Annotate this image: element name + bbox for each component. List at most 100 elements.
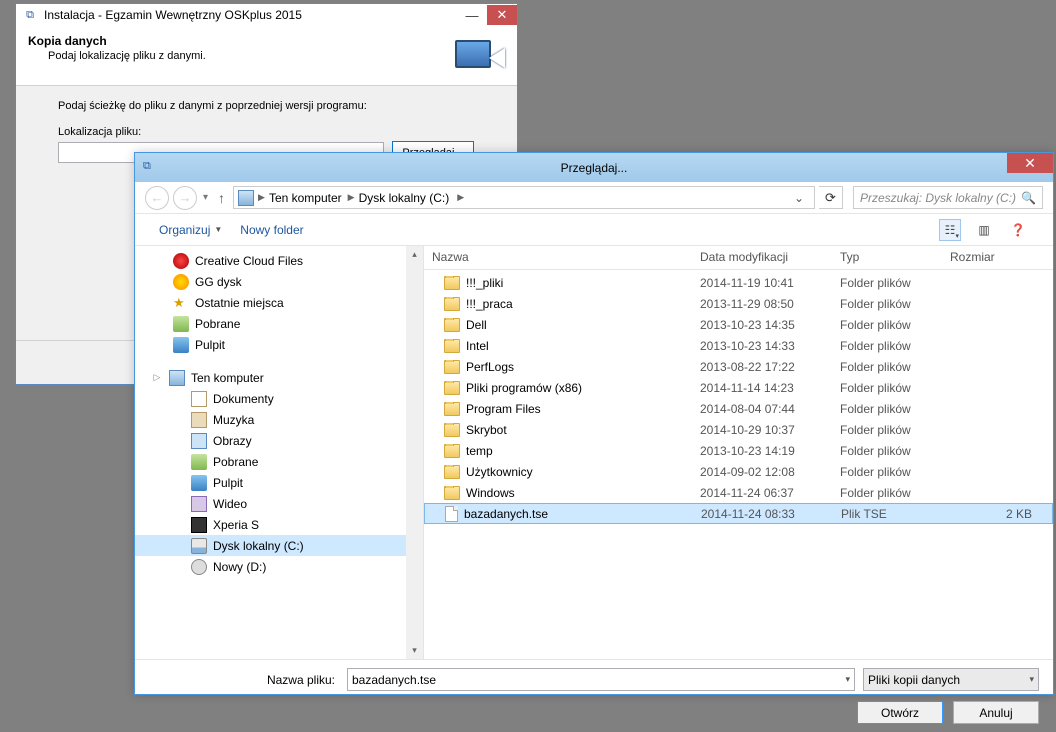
device-icon	[191, 517, 207, 533]
filename-input[interactable]: bazadanych.tse▾	[347, 668, 855, 691]
new-folder-button[interactable]: Nowy folder	[240, 223, 303, 237]
installer-title: Instalacja - Egzamin Wewnętrzny OSKplus …	[44, 8, 457, 22]
refresh-button[interactable]: ⟳	[819, 186, 843, 209]
crumb-drive[interactable]: Dysk lokalny (C:)	[359, 191, 450, 205]
browse-close-button[interactable]: ✕	[1007, 153, 1053, 173]
file-row[interactable]: Program Files2014-08-04 07:44Folder plik…	[424, 398, 1053, 419]
tree-c-drive[interactable]: Dysk lokalny (C:)	[135, 535, 423, 556]
installer-app-icon: ⧉	[22, 7, 38, 23]
breadcrumb-dropdown[interactable]: ⌄	[788, 191, 810, 205]
tree-pictures[interactable]: Obrazy	[135, 430, 423, 451]
cancel-button[interactable]: Anuluj	[953, 701, 1039, 724]
file-type: Folder plików	[832, 423, 942, 437]
search-input[interactable]: Przeszukaj: Dysk lokalny (C:) 🔍	[853, 186, 1043, 209]
gg-icon	[173, 274, 189, 290]
open-button[interactable]: Otwórz	[857, 701, 943, 724]
file-name: Program Files	[466, 402, 541, 416]
nav-back-button[interactable]: ←	[145, 186, 169, 210]
file-type: Folder plików	[832, 402, 942, 416]
toolbar: Organizuj▼ Nowy folder ☷▾ ▥ ❓	[135, 214, 1053, 246]
file-location-label: Lokalizacja pliku:	[58, 126, 475, 138]
column-headers: Nazwa Data modyfikacji Typ Rozmiar	[424, 246, 1053, 270]
crumb-computer[interactable]: Ten komputer	[269, 191, 342, 205]
browse-titlebar[interactable]: ⧉ Przeglądaj... ✕	[135, 153, 1053, 182]
file-type: Folder plików	[832, 444, 942, 458]
file-type: Folder plików	[832, 297, 942, 311]
pictures-icon	[191, 433, 207, 449]
file-row[interactable]: !!!_pliki2014-11-19 10:41Folder plików	[424, 272, 1053, 293]
file-date: 2013-10-23 14:33	[692, 339, 832, 353]
folder-icon	[444, 423, 460, 437]
tree-downloads2[interactable]: Pobrane	[135, 451, 423, 472]
computer-icon	[169, 370, 185, 386]
folder-icon	[444, 381, 460, 395]
tree-d-drive[interactable]: Nowy (D:)	[135, 556, 423, 577]
close-button[interactable]: ✕	[487, 5, 517, 25]
col-date[interactable]: Data modyfikacji	[692, 246, 832, 269]
tree-xperia[interactable]: Xperia S	[135, 514, 423, 535]
preview-pane-button[interactable]: ▥	[973, 219, 995, 241]
cc-icon	[173, 253, 189, 269]
search-icon: 🔍	[1021, 191, 1036, 205]
tree-creative-cloud[interactable]: Creative Cloud Files	[135, 250, 423, 271]
file-name: bazadanych.tse	[464, 507, 548, 521]
tree-this-pc[interactable]: ▷Ten komputer	[135, 367, 423, 388]
file-row[interactable]: Użytkownicy2014-09-02 12:08Folder plików	[424, 461, 1053, 482]
breadcrumb[interactable]: ▶Ten komputer ▶Dysk lokalny (C:)▶ ⌄	[233, 186, 815, 209]
nav-forward-button[interactable]: →	[173, 186, 197, 210]
file-row[interactable]: !!!_praca2013-11-29 08:50Folder plików	[424, 293, 1053, 314]
file-row[interactable]: Windows2014-11-24 06:37Folder plików	[424, 482, 1053, 503]
col-type[interactable]: Typ	[832, 246, 942, 269]
drive-icon	[191, 538, 207, 554]
installer-titlebar[interactable]: ⧉ Instalacja - Egzamin Wewnętrzny OSKplu…	[16, 4, 517, 26]
col-name[interactable]: Nazwa	[424, 246, 692, 269]
downloads-icon	[173, 316, 189, 332]
view-mode-button[interactable]: ☷▾	[939, 219, 961, 241]
organize-menu[interactable]: Organizuj▼	[159, 223, 222, 237]
tree-desktop2[interactable]: Pulpit	[135, 472, 423, 493]
desktop-icon	[191, 475, 207, 491]
file-name: Dell	[466, 318, 487, 332]
expand-icon[interactable]: ▷	[151, 372, 163, 383]
file-row[interactable]: Intel2013-10-23 14:33Folder plików	[424, 335, 1053, 356]
file-row[interactable]: PerfLogs2013-08-22 17:22Folder plików	[424, 356, 1053, 377]
file-name: !!!_pliki	[466, 276, 503, 290]
folder-icon	[444, 444, 460, 458]
recent-icon: ★	[173, 295, 189, 311]
file-name: !!!_praca	[466, 297, 513, 311]
file-type: Folder plików	[832, 486, 942, 500]
file-row[interactable]: temp2013-10-23 14:19Folder plików	[424, 440, 1053, 461]
filetype-filter[interactable]: Pliki kopii danych▾	[863, 668, 1039, 691]
nav-up-button[interactable]: ↑	[214, 190, 229, 206]
file-name: Skrybot	[466, 423, 507, 437]
tree-documents[interactable]: Dokumenty	[135, 388, 423, 409]
file-size: 2 KB	[943, 507, 1052, 521]
tree-videos[interactable]: Wideo	[135, 493, 423, 514]
tree-recent[interactable]: ★Ostatnie miejsca	[135, 292, 423, 313]
minimize-button[interactable]: —	[457, 5, 487, 25]
file-date: 2014-11-14 14:23	[692, 381, 832, 395]
nav-tree: Creative Cloud Files GG dysk ★Ostatnie m…	[135, 246, 424, 659]
optical-drive-icon	[191, 559, 207, 575]
file-row[interactable]: Skrybot2014-10-29 10:37Folder plików	[424, 419, 1053, 440]
file-date: 2013-10-23 14:19	[692, 444, 832, 458]
tree-downloads[interactable]: Pobrane	[135, 313, 423, 334]
tree-desktop[interactable]: Pulpit	[135, 334, 423, 355]
installer-subheading: Podaj lokalizację pliku z danymi.	[28, 50, 449, 62]
file-row[interactable]: Pliki programów (x86)2014-11-14 14:23Fol…	[424, 377, 1053, 398]
file-row[interactable]: bazadanych.tse2014-11-24 08:33Plik TSE2 …	[424, 503, 1053, 524]
computer-icon	[238, 190, 254, 206]
browse-title: Przeglądaj...	[135, 161, 1053, 175]
installer-heading: Kopia danych	[28, 34, 449, 48]
address-bar: ← → ▾ ↑ ▶Ten komputer ▶Dysk lokalny (C:)…	[135, 182, 1053, 214]
installer-header-icon	[449, 34, 505, 82]
tree-music[interactable]: Muzyka	[135, 409, 423, 430]
col-size[interactable]: Rozmiar	[942, 246, 1053, 269]
tree-gg-dysk[interactable]: GG dysk	[135, 271, 423, 292]
documents-icon	[191, 391, 207, 407]
help-button[interactable]: ❓	[1007, 219, 1029, 241]
tree-scrollbar[interactable]: ▴▾	[406, 246, 423, 659]
file-type: Folder plików	[832, 339, 942, 353]
file-row[interactable]: Dell2013-10-23 14:35Folder plików	[424, 314, 1053, 335]
nav-history-dropdown[interactable]: ▾	[201, 192, 210, 203]
